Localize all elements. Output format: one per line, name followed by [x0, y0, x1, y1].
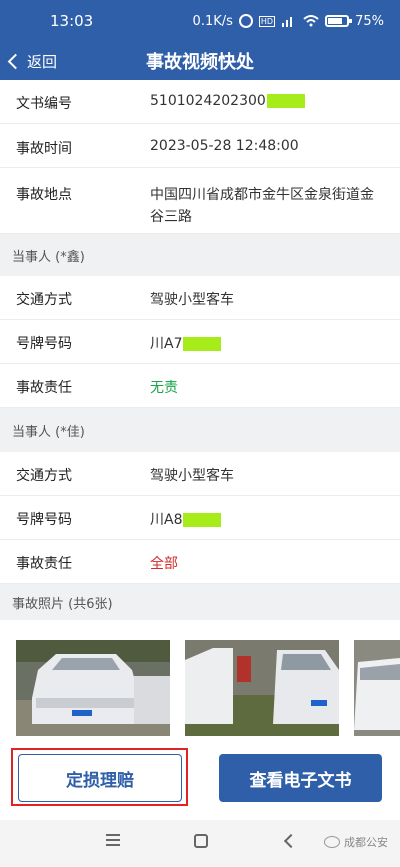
battery-icon: [325, 15, 353, 27]
status-bar: 13:03 0.1K/s HD 75%: [0, 0, 400, 42]
action-bar: 定损理赔 查看电子文书: [0, 748, 400, 820]
back-button[interactable]: 返回: [7, 42, 58, 80]
chevron-left-icon: [7, 53, 24, 69]
party2-header: 当事人 (*佳): [0, 408, 400, 452]
party2-plate-label: 号牌号码: [16, 512, 72, 528]
nav-bar: 返回 事故视频快处: [0, 42, 400, 80]
accident-photo[interactable]: [185, 640, 339, 736]
redaction-mask: [266, 94, 305, 108]
menu-icon[interactable]: [106, 834, 120, 846]
accident-location-line1: 中国四川省成都市金牛区金泉街道金: [150, 187, 374, 203]
alarm-icon: [238, 14, 253, 28]
view-e-document-button[interactable]: 查看电子文书: [219, 754, 382, 802]
doc-number-label: 文书编号: [16, 96, 72, 112]
accident-location-row: 事故地点 中国四川省成都市金牛区金泉街道金 谷三路: [0, 168, 400, 234]
party1-liability-label: 事故责任: [16, 380, 72, 396]
party1-plate-label: 号牌号码: [16, 336, 72, 352]
party1-transport-label: 交通方式: [16, 292, 72, 308]
clock: 13:03: [50, 12, 94, 30]
photos-header: 事故照片 (共6张): [0, 584, 400, 620]
accident-photo[interactable]: [354, 640, 400, 736]
status-icons: 0.1K/s HD 75%: [193, 14, 384, 29]
photo-strip: [0, 620, 400, 748]
party2-transport-row: 交通方式 驾驶小型客车: [0, 452, 400, 496]
party2-liability-label: 事故责任: [16, 556, 72, 572]
system-nav-bar: 成都公安: [0, 820, 400, 867]
party1-liability-row: 事故责任 无责: [0, 364, 400, 408]
back-icon[interactable]: [283, 833, 299, 849]
watermark-text: 成都公安: [344, 836, 388, 849]
accident-time-label: 事故时间: [16, 141, 72, 157]
accident-time-row: 事故时间 2023-05-28 12:48:00: [0, 124, 400, 168]
hd-icon: HD: [258, 15, 276, 27]
accident-location-label: 事故地点: [16, 187, 72, 203]
watermark: 成都公安: [324, 834, 388, 850]
home-icon[interactable]: [194, 834, 208, 848]
accident-location-line2: 谷三路: [150, 209, 192, 225]
redaction-mask: [183, 513, 222, 527]
wifi-icon: [303, 15, 319, 27]
page-title: 事故视频快处: [146, 52, 254, 73]
party2-plate-row: 号牌号码 川A8: [0, 496, 400, 540]
doc-number-value: 5101024202300: [150, 93, 305, 109]
doc-number-row: 文书编号 5101024202300: [0, 80, 400, 124]
party2-plate-value: 川A8: [150, 509, 222, 529]
network-speed: 0.1K/s: [192, 13, 233, 29]
signal-icon: [282, 17, 293, 27]
party1-liability-value: 无责: [150, 380, 178, 396]
back-label: 返回: [27, 52, 58, 71]
party2-transport-value: 驾驶小型客车: [150, 468, 234, 484]
party2-liability-value: 全部: [150, 556, 178, 572]
accident-photo[interactable]: [16, 640, 170, 736]
redaction-mask: [183, 337, 222, 351]
party1-plate-value: 川A7: [150, 333, 222, 353]
party1-plate-row: 号牌号码 川A7: [0, 320, 400, 364]
party2-liability-row: 事故责任 全部: [0, 540, 400, 584]
party1-transport-value: 驾驶小型客车: [150, 292, 234, 308]
party1-transport-row: 交通方式 驾驶小型客车: [0, 276, 400, 320]
damage-claim-button[interactable]: 定损理赔: [18, 754, 182, 802]
wechat-logo-icon: [324, 836, 340, 848]
party2-transport-label: 交通方式: [16, 468, 72, 484]
battery-percent: 75%: [355, 13, 384, 29]
accident-time-value: 2023-05-28 12:48:00: [150, 138, 299, 154]
party1-header: 当事人 (*鑫): [0, 234, 400, 276]
